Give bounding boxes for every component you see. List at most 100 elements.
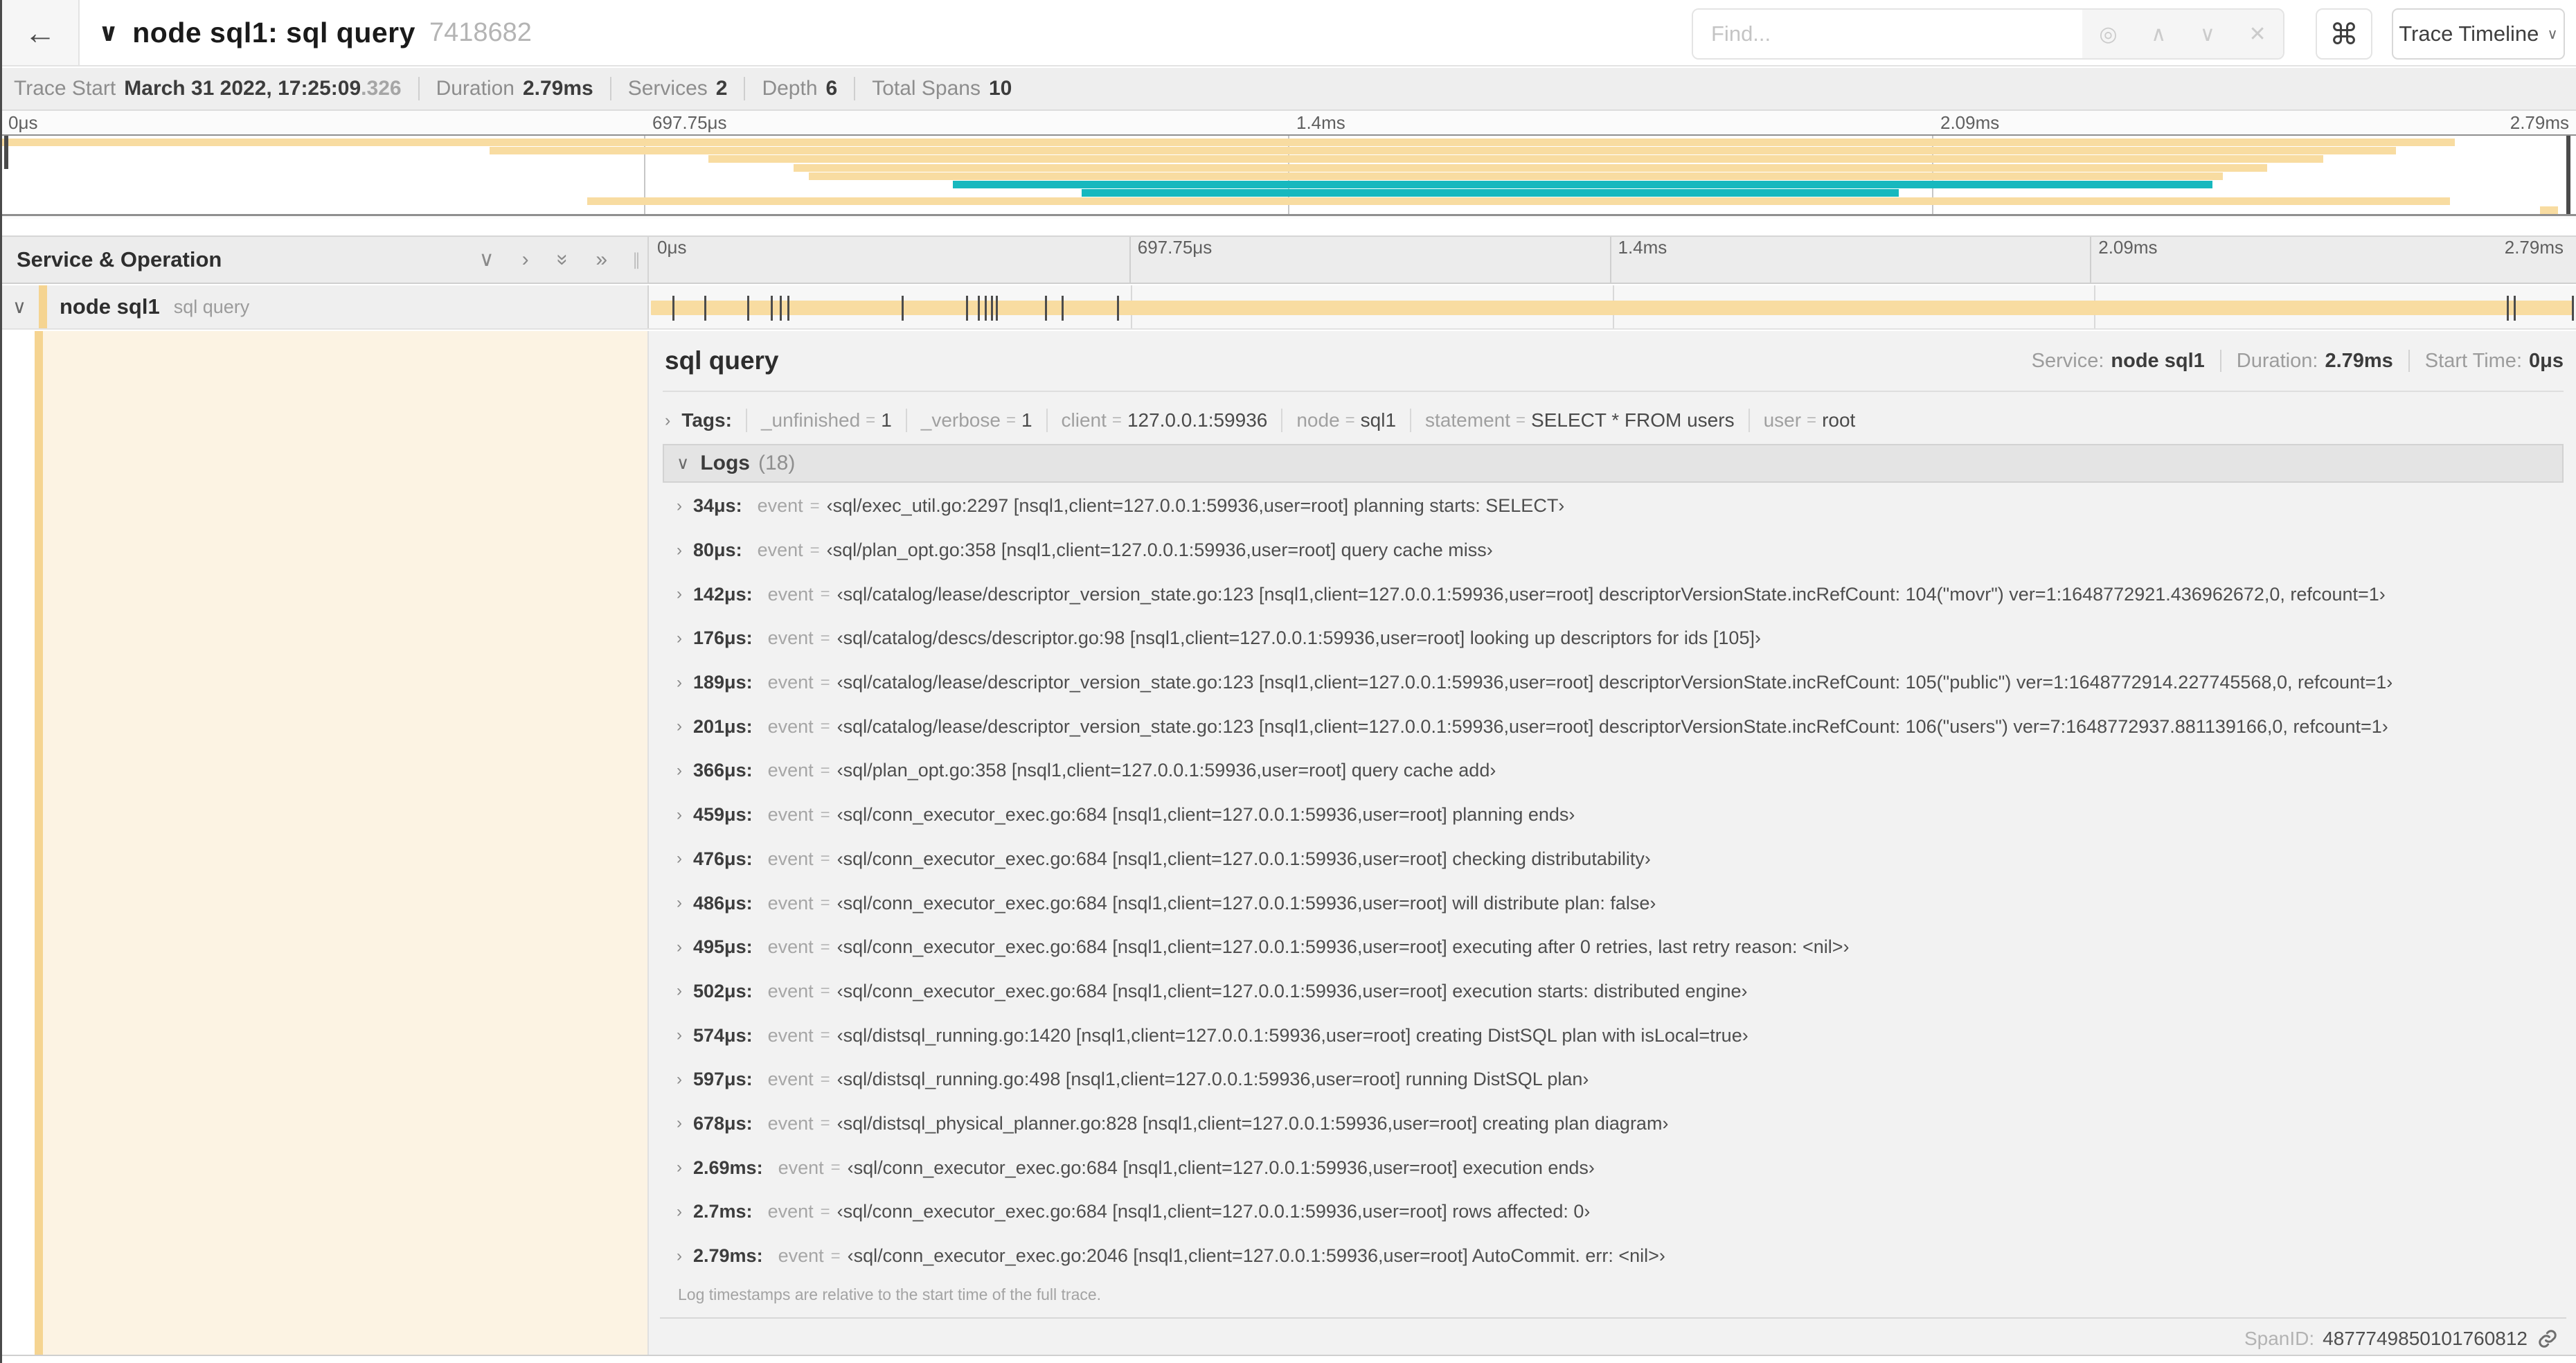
- find-input[interactable]: [1693, 10, 2082, 58]
- log-row[interactable]: › 34μs: event = ‹sql/exec_util.go:2297 [nsql…: [663, 484, 2564, 528]
- log-marker-tick[interactable]: [704, 296, 706, 321]
- collapse-trace-icon[interactable]: ∨: [98, 18, 118, 47]
- prev-match-icon[interactable]: ∧: [2151, 22, 2166, 46]
- log-row[interactable]: › 189μs: event = ‹sql/catalog/lease/descript…: [663, 661, 2564, 705]
- log-marker-tick[interactable]: [965, 296, 968, 321]
- log-row[interactable]: › 2.7ms: event = ‹sql/conn_executor_exec.go:…: [663, 1190, 2564, 1234]
- span-row-track[interactable]: [649, 285, 2576, 328]
- chevron-right-icon: ›: [677, 672, 682, 692]
- minimap-span-bar: [0, 139, 2456, 146]
- ruler-gridline: [2090, 237, 2092, 283]
- meta-value: 2.79ms: [522, 77, 593, 100]
- detail-overview-item: Start Time: 0μs: [2393, 350, 2564, 373]
- tag-key: client: [1061, 409, 1107, 431]
- meta-value: 6: [825, 77, 838, 100]
- tag-item[interactable]: node = sql1: [1267, 409, 1396, 432]
- clear-find-icon[interactable]: ✕: [2248, 22, 2266, 46]
- log-message: ‹sql/exec_util.go:2297 [nsql1,client=127…: [826, 495, 1565, 517]
- span-expander-icon[interactable]: ∨: [0, 296, 39, 318]
- span-color-stripe-tall: [35, 331, 43, 1355]
- log-row[interactable]: › 597μs: event = ‹sql/distsql_running.go:498…: [663, 1058, 2564, 1102]
- tag-item[interactable]: _verbose = 1: [892, 409, 1032, 432]
- tag-equals: =: [866, 411, 876, 429]
- span-row[interactable]: ∨ node sql1 sql query: [0, 285, 2576, 330]
- minimap-drag-handle-left[interactable]: [4, 136, 8, 169]
- log-row[interactable]: › 678μs: event = ‹sql/distsql_physical_plann…: [663, 1102, 2564, 1146]
- span-id-label: SpanID:: [2244, 1328, 2315, 1349]
- expand-one-icon[interactable]: ›: [522, 249, 529, 270]
- log-row[interactable]: › 201μs: event = ‹sql/catalog/lease/descript…: [663, 704, 2564, 749]
- ruler-tick-label: 697.75μs: [1137, 237, 1213, 258]
- log-message: ‹sql/conn_executor_exec.go:2046 [nsql1,c…: [847, 1245, 1665, 1267]
- log-row[interactable]: › 366μs: event = ‹sql/plan_opt.go:358 [nsql1…: [663, 749, 2564, 793]
- chevron-right-icon: ›: [665, 410, 671, 430]
- detail-overview-item: Service: node sql1: [2032, 350, 2205, 373]
- log-marker-tick[interactable]: [787, 296, 790, 321]
- log-marker-tick[interactable]: [2572, 296, 2575, 321]
- log-row[interactable]: › 476μs: event = ‹sql/conn_executor_exec.go:…: [663, 837, 2564, 882]
- minimap-drag-handle-right[interactable]: [2566, 136, 2570, 214]
- log-marker-tick[interactable]: [1061, 296, 1064, 321]
- log-row[interactable]: › 2.79ms: event = ‹sql/conn_executor_exec.go…: [663, 1234, 2564, 1279]
- log-row[interactable]: › 459μs: event = ‹sql/conn_executor_exec.go:…: [663, 793, 2564, 837]
- minimap-canvas[interactable]: [0, 134, 2576, 216]
- timeline-ruler: 0μs 697.75μs 1.4ms 2.09ms 2.79ms: [649, 237, 2570, 283]
- log-row[interactable]: › 574μs: event = ‹sql/distsql_running.go:142…: [663, 1013, 2564, 1058]
- tag-item[interactable]: _unfinished = 1: [732, 409, 892, 432]
- minimap-span-bar: [1082, 189, 1899, 197]
- logs-accordian-header[interactable]: ∨ Logs (18): [663, 444, 2564, 483]
- log-row[interactable]: › 502μs: event = ‹sql/conn_executor_exec.go:…: [663, 970, 2564, 1014]
- trace-minimap[interactable]: 0μs 697.75μs 1.4ms 2.09ms 2.79ms: [0, 111, 2576, 219]
- log-field-name: event: [778, 1157, 824, 1178]
- tags-accordian[interactable]: › Tags: _unfinished = 1 _verbose = 1 client = 12…: [665, 402, 2564, 439]
- next-match-icon[interactable]: ∨: [2200, 22, 2215, 46]
- collapse-all-icon[interactable]: »: [551, 254, 574, 266]
- view-selector-button[interactable]: Trace Timeline ∨: [2392, 8, 2565, 60]
- back-button[interactable]: ←: [2, 0, 80, 65]
- locate-icon[interactable]: ◎: [2099, 22, 2117, 46]
- chevron-right-icon: ›: [677, 717, 682, 736]
- collapse-one-icon[interactable]: ∨: [479, 249, 494, 270]
- tag-value: root: [1822, 409, 1856, 431]
- log-row[interactable]: › 2.69ms: event = ‹sql/conn_executor_exec.go…: [663, 1146, 2564, 1190]
- log-marker-tick[interactable]: [1117, 296, 1120, 321]
- log-marker-tick[interactable]: [1045, 296, 1048, 321]
- log-marker-tick[interactable]: [984, 296, 987, 321]
- log-row[interactable]: › 176μs: event = ‹sql/catalog/descs/descript…: [663, 616, 2564, 661]
- log-message: ‹sql/catalog/lease/descriptor_version_st…: [837, 583, 2386, 605]
- log-marker-tick[interactable]: [779, 296, 782, 321]
- log-message: ‹sql/conn_executor_exec.go:684 [nsql1,cl…: [847, 1157, 1595, 1178]
- log-marker-tick[interactable]: [902, 296, 904, 321]
- log-marker-tick[interactable]: [2514, 296, 2516, 321]
- log-marker-tick[interactable]: [977, 296, 980, 321]
- log-row[interactable]: › 495μs: event = ‹sql/conn_executor_exec.go:…: [663, 925, 2564, 970]
- tag-value: 127.0.0.1:59936: [1127, 409, 1268, 431]
- span-duration-bar[interactable]: [650, 301, 2575, 315]
- log-row[interactable]: › 486μs: event = ‹sql/conn_executor_exec.go:…: [663, 881, 2564, 925]
- log-marker-tick[interactable]: [995, 296, 998, 321]
- log-marker-tick[interactable]: [990, 296, 993, 321]
- log-timestamp: 486μs:: [693, 892, 753, 914]
- log-marker-tick[interactable]: [746, 296, 749, 321]
- log-timestamp: 678μs:: [693, 1112, 753, 1134]
- tag-item[interactable]: statement = SELECT * FROM users: [1396, 409, 1735, 432]
- keyboard-shortcuts-button[interactable]: ⌘: [2316, 8, 2372, 60]
- expand-all-icon[interactable]: »: [596, 249, 607, 270]
- log-message: ‹sql/plan_opt.go:358 [nsql1,client=127.0…: [837, 760, 1496, 781]
- log-marker-tick[interactable]: [2507, 296, 2510, 321]
- tag-item[interactable]: client = 127.0.0.1:59936: [1032, 409, 1268, 432]
- span-row-name-cell[interactable]: ∨ node sql1 sql query: [0, 285, 649, 328]
- log-marker-tick[interactable]: [770, 296, 773, 321]
- log-row[interactable]: › 80μs: event = ‹sql/plan_opt.go:358 [nsql1,…: [663, 528, 2564, 573]
- log-marker-tick[interactable]: [672, 296, 674, 321]
- deep-link-icon[interactable]: [2537, 1328, 2558, 1349]
- logs-list: › 34μs: event = ‹sql/exec_util.go:2297 [nsql…: [663, 484, 2564, 1278]
- log-row[interactable]: › 142μs: event = ‹sql/catalog/lease/descript…: [663, 572, 2564, 616]
- minimap-span-bar: [2539, 206, 2558, 214]
- chevron-right-icon: ›: [677, 1158, 682, 1177]
- meta-value: 2: [715, 77, 728, 100]
- column-resize-handle[interactable]: ∥: [632, 250, 641, 270]
- chevron-right-icon: ›: [677, 937, 682, 956]
- tag-item[interactable]: user = root: [1735, 409, 1856, 432]
- log-equals: =: [820, 760, 830, 780]
